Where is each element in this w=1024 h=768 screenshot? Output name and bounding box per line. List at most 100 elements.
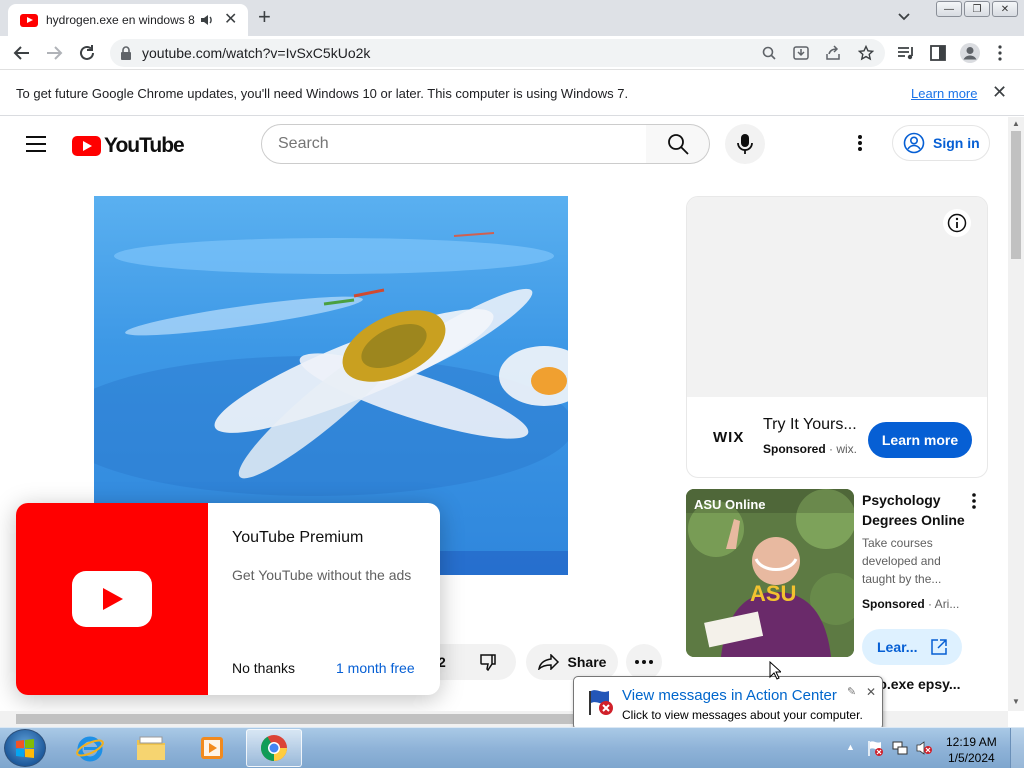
reload-icon[interactable] [77,43,97,63]
balloon-subtitle: Click to view messages about your comput… [622,708,863,722]
recommendation-cta-label: Lear... [877,639,918,655]
start-button[interactable] [4,729,46,767]
recommendation-title[interactable]: Psychology Degrees Online [862,490,972,530]
zoom-search-icon[interactable] [762,46,776,60]
side-panel-icon[interactable] [929,44,947,62]
more-horizontal-icon [635,660,653,664]
window-controls: — ❐ ✕ [936,1,1018,17]
recommendation-advertiser: · Ari... [928,597,960,611]
premium-banner [16,503,208,695]
new-tab-button[interactable]: + [258,5,271,29]
address-bar[interactable]: youtube.com/watch?v=IvSxC5kUo2k [110,39,885,67]
action-center-tray-icon[interactable] [866,739,884,757]
forward-arrow-icon[interactable] [44,43,64,63]
account-icon [903,132,925,154]
youtube-wordmark: YouTube [104,134,185,157]
vertical-scroll-thumb[interactable] [1011,131,1021,259]
taskbar-file-explorer[interactable] [123,729,179,767]
one-month-free-button[interactable]: 1 month free [336,660,415,676]
ad-sponsored-line: Sponsored · wix. [763,442,857,456]
voice-search-button[interactable] [725,124,765,164]
recommendation-thumbnail[interactable]: ASU Online ASU [686,489,854,657]
settings-menu-icon[interactable] [857,134,863,152]
scroll-up-arrow-icon[interactable]: ▲ [1012,119,1020,128]
action-center-balloon[interactable]: View messages in Action Center Click to … [573,676,883,730]
taskbar-media-player[interactable] [184,729,240,767]
ad-learn-more-button[interactable]: Learn more [868,422,972,458]
media-controls-icon[interactable] [897,45,915,61]
horizontal-scroll-thumb[interactable] [16,714,586,724]
volume-muted-tray-icon[interactable] [915,739,933,757]
audio-playing-icon[interactable] [200,13,214,27]
tray-expand-icon[interactable]: ▲ [846,742,855,752]
ad-sponsored-label: Sponsored [763,442,826,456]
dislike-icon[interactable] [479,653,497,671]
chrome-icon [260,735,287,762]
search-button[interactable] [646,124,710,164]
minimize-button[interactable]: — [936,1,962,17]
hamburger-menu-icon[interactable] [26,136,46,152]
thumb-brand-text: ASU Online [694,497,766,512]
ad-brand-logo: WIX [713,429,745,446]
share-arrow-icon [537,654,559,670]
taskbar-internet-explorer[interactable] [62,729,118,767]
no-thanks-button[interactable]: No thanks [232,660,295,676]
windows-logo-icon [16,739,34,758]
recommendation-menu-icon[interactable] [972,493,976,509]
bookmark-star-icon[interactable] [858,45,874,61]
asu-ad-image: ASU Online ASU [686,489,854,657]
sign-in-label: Sign in [933,135,980,151]
more-actions-button[interactable] [626,644,662,680]
balloon-close-icon[interactable]: ✕ [866,685,876,699]
lock-icon[interactable] [120,46,132,60]
youtube-favicon-icon [20,13,38,27]
tab-close-icon[interactable]: ✕ [224,12,237,28]
youtube-page: YouTube Search Sign in 2 Share WIX Try I… [0,117,1008,711]
tab-strip: hydrogen.exe en windows 8 ✕ + — ❐ ✕ [0,0,1024,36]
tab-active[interactable]: hydrogen.exe en windows 8 ✕ [8,4,248,36]
balloon-options-icon[interactable]: ✎ [847,685,856,698]
back-arrow-icon[interactable] [12,43,32,63]
scroll-down-arrow-icon[interactable]: ▼ [1012,697,1020,706]
install-app-icon[interactable] [793,45,809,61]
system-clock[interactable]: 12:19 AM 1/5/2024 [946,734,997,766]
close-window-button[interactable]: ✕ [992,1,1018,17]
microphone-icon [737,134,753,154]
action-center-flag-icon [589,690,613,715]
sponsored-recommendation[interactable]: ASU Online ASU Psychology Degrees Online… [686,489,988,665]
ad-info-button[interactable] [943,209,971,237]
balloon-title[interactable]: View messages in Action Center [622,687,837,704]
youtube-logo[interactable]: YouTube [72,134,185,158]
share-page-icon[interactable] [825,45,841,61]
premium-title: YouTube Premium [232,529,364,546]
youtube-premium-logo-icon [72,571,152,627]
sign-in-button[interactable]: Sign in [892,125,990,161]
recommendation-learn-more-button[interactable]: Lear... [862,629,962,665]
mouse-cursor-icon [769,661,781,680]
thumb-shirt-text: ASU [750,581,796,606]
tab-search-icon[interactable] [896,8,912,24]
sidebar-ad-card[interactable]: WIX Try It Yours... Sponsored · wix. Lea… [686,196,988,478]
share-label: Share [567,654,607,670]
network-tray-icon[interactable] [891,739,909,757]
chrome-menu-icon[interactable] [997,45,1003,61]
taskbar-chrome[interactable] [246,729,302,767]
infobar-learn-more-link[interactable]: Learn more [911,86,977,101]
youtube-premium-popup: YouTube Premium Get YouTube without the … [16,503,440,695]
infobar-close-icon[interactable]: ✕ [992,82,1007,103]
show-desktop-button[interactable] [1010,728,1024,768]
folder-icon [137,736,165,760]
search-input[interactable]: Search [261,124,647,164]
clock-date: 1/5/2024 [947,751,995,765]
ad-advertiser: · wix. [829,442,858,456]
recommendation-sponsored-label: Sponsored [862,597,925,611]
profile-avatar-icon[interactable] [959,42,981,64]
media-player-icon [201,737,223,759]
restore-button[interactable]: ❐ [964,1,990,17]
ad-title[interactable]: Try It Yours... [763,416,857,434]
recommendation-description: Take courses developed and taught by the… [862,536,942,586]
tab-title: hydrogen.exe en windows 8 [46,13,195,27]
share-button[interactable]: Share [526,644,618,680]
vertical-scrollbar[interactable]: ▲ ▼ [1008,117,1024,711]
info-icon [947,213,967,233]
